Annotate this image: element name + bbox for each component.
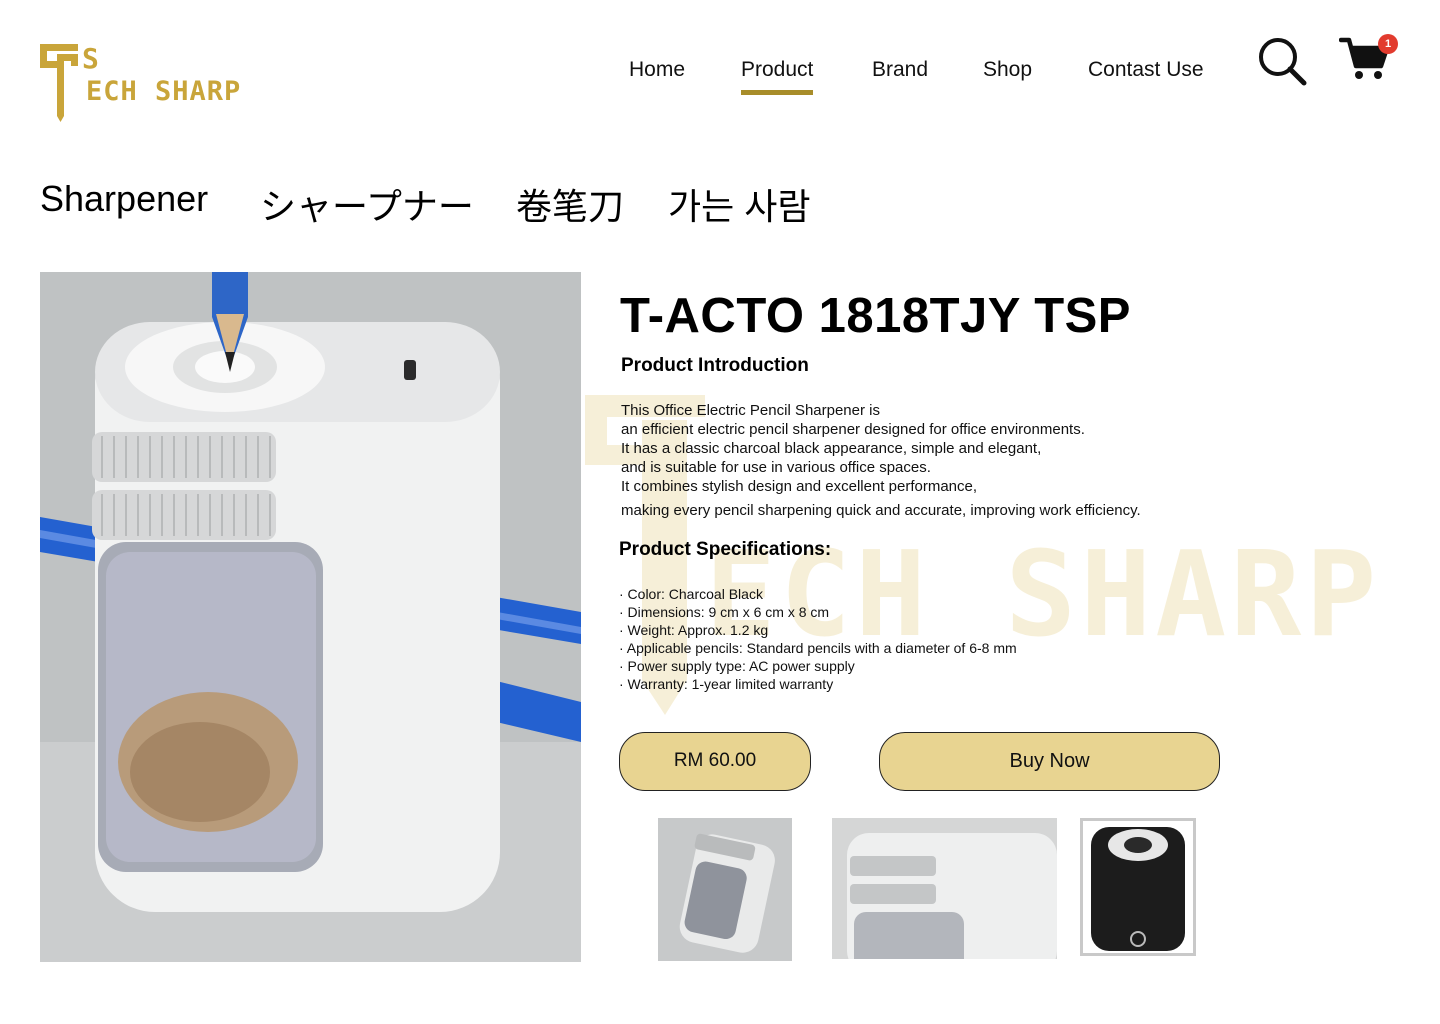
intro-line: an efficient electric pencil sharpener d… [621,421,1085,438]
spec-item: · Warranty: 1-year limited warranty [619,676,834,692]
spec-item: · Dimensions: 9 cm x 6 cm x 8 cm [619,604,830,620]
product-thumbnail-3[interactable] [1080,818,1196,956]
brand-logo[interactable]: S ECH SHARP [40,42,250,126]
spec-list: · Color: Charcoal Black · Dimensions: 9 … [619,585,1017,693]
main-product-image [40,272,581,962]
nav-contact[interactable]: Contast Use [1088,58,1204,82]
spec-item: · Color: Charcoal Black [619,586,763,602]
logo-text: ECH SHARP [86,76,242,107]
nav-product[interactable]: Product [741,58,814,95]
svg-text:S: S [82,42,99,75]
nav-home[interactable]: Home [629,58,685,82]
nav-brand[interactable]: Brand [872,58,928,82]
intro-line: It combines stylish design and excellent… [621,478,978,495]
buy-now-button[interactable]: Buy Now [879,732,1220,791]
spec-heading: Product Specifications: [619,539,832,560]
spec-item: · Weight: Approx. 1.2 kg [619,622,769,638]
category-sharpener-zh[interactable]: 卷笔刀 [516,178,624,230]
category-sharpener-ko[interactable]: 가는 사람 [668,178,810,230]
intro-line: making every pencil sharpening quick and… [621,502,1141,519]
intro-heading: Product Introduction [621,355,809,376]
spec-item: · Power supply type: AC power supply [619,658,855,674]
category-sharpener-ja[interactable]: シャープナー [260,178,474,230]
price-button[interactable]: RM 60.00 [619,732,811,791]
nav-shop[interactable]: Shop [983,58,1032,82]
intro-line: and is suitable for use in various offic… [621,459,931,476]
product-title: T-ACTO 1818TJY TSP [620,289,1131,343]
product-thumbnail-2[interactable] [832,818,1057,959]
intro-text: This Office Electric Pencil Sharpener is… [621,401,1261,520]
search-button[interactable] [1257,36,1307,86]
search-icon [1259,38,1307,86]
category-sharpener-en[interactable]: Sharpener [40,178,208,220]
intro-line: It has a classic charcoal black appearan… [621,440,1042,457]
spec-item: · Applicable pencils: Standard pencils w… [619,640,1017,656]
intro-line: This Office Electric Pencil Sharpener is [621,402,880,419]
cart-count-badge: 1 [1378,34,1398,54]
product-thumbnail-1[interactable] [658,818,792,961]
